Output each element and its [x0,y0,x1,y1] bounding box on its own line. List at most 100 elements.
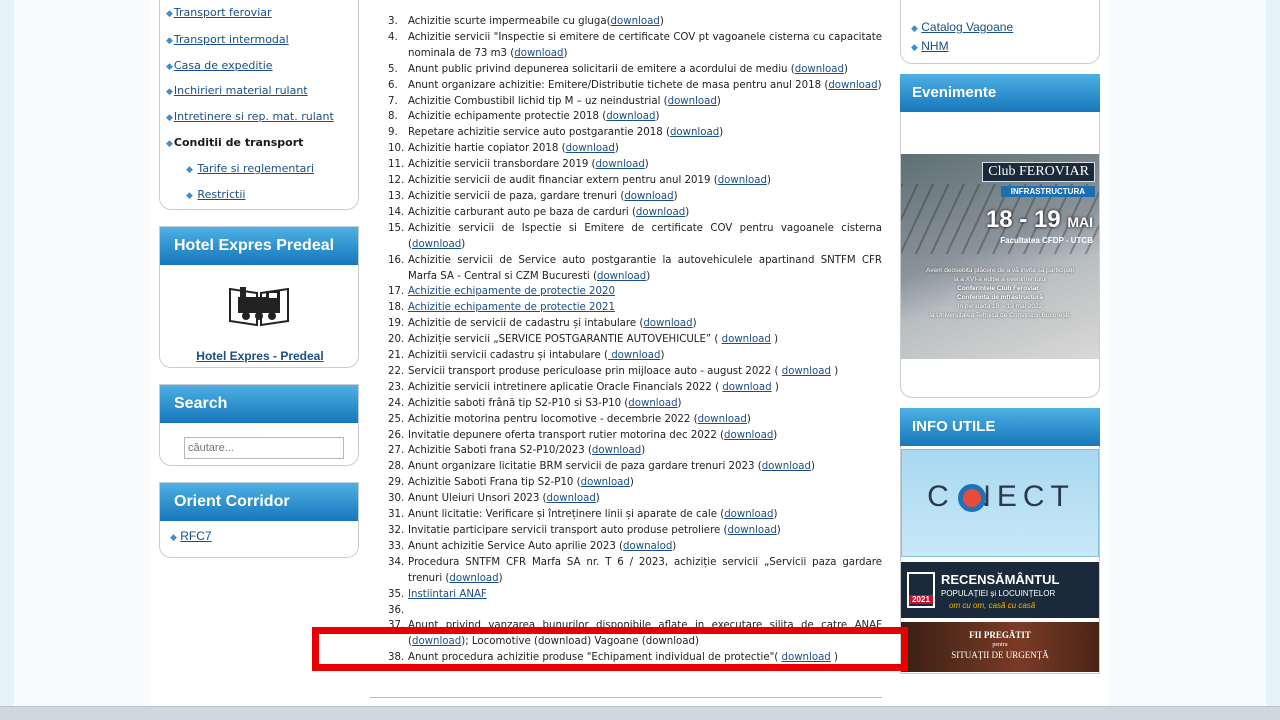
nav-subitem-restrictii[interactable]: ◆ Restrictii [186,188,245,201]
search-box: Search [159,384,359,466]
download-link[interactable]: download [722,382,771,393]
download-link[interactable]: download [581,477,630,488]
list-item-text: Achizitie servicii de paza, gardare tren… [408,189,882,205]
list-item-suffix: ) [660,350,665,362]
download-link[interactable]: download [782,366,831,377]
list-item-suffix: ) [595,493,600,505]
nav-item-intretinere[interactable]: ◆Intretinere si rep. mat. rulant [166,110,334,123]
list-item-prefix: Achizitie servicii de Ispectie si Emiter… [408,222,882,250]
catalog-vagoane-row[interactable]: ◆ Catalog Vagoane [911,20,1013,34]
download-link[interactable]: Achizitie echipamente de protectie 2020 [408,286,615,297]
download-link[interactable]: download [828,80,877,91]
download-link[interactable]: download [624,191,673,202]
download-link[interactable]: download [412,239,461,250]
list-item-text: Achizitie carburant auto pe baza de card… [408,205,882,221]
recensamant-banner[interactable]: 2021 RECENSĂMÂNTUL POPULAȚIEI și LOCUINȚ… [901,562,1099,618]
list-item-text: Anunt Uleiuri Unsori 2023 (download) [408,491,882,507]
list-item-number: 16. [388,254,405,266]
nav-subitem-tarife[interactable]: ◆ Tarife si reglementari [186,162,314,175]
nav-item-inchirieri[interactable]: ◆Inchirieri material rulant [166,84,308,97]
list-item-number: 4. [388,31,398,43]
list-item-text: Achizitie echipamente de protectie 2020 [408,284,882,300]
list-item: 24. Achizitie saboti frână tip S2-P10 si … [388,396,882,412]
nhm-row[interactable]: ◆ NHM [911,39,949,53]
download-link[interactable]: download [628,398,677,409]
list-item-suffix: ) [692,318,697,330]
download-link[interactable]: download [636,207,685,218]
nav-item-transport-intermodal[interactable]: ◆Transport intermodal [166,33,289,46]
download-link[interactable]: download [698,414,747,425]
rfc7-link[interactable]: RFC7 [180,529,211,543]
list-item-prefix: Achizitie servicii intretinere aplicatie… [408,381,723,393]
conect-logo-text: C NECT [927,480,1075,513]
download-link[interactable]: download [566,143,615,154]
list-item: 7. Achizitie Combustibil lichid tip M – u… [388,94,882,110]
catalog-vagoane-link[interactable]: Catalog Vagoane [921,20,1013,34]
list-item: 10. Achizitie hartie copiator 2018 (downl… [388,141,882,157]
download-link[interactable]: download [606,111,655,122]
situatii-urgenta-banner[interactable]: FII PREGĂTIT pentru SITUAȚII DE URGENȚĂ [901,622,1099,672]
nav-item-casa-de-expeditie[interactable]: ◆Casa de expeditie [166,59,273,72]
download-link[interactable]: download [718,175,767,186]
bullet-icon: ◆ [166,113,173,123]
download-link[interactable]: download [592,445,641,456]
list-item-suffix: ) [659,16,664,27]
search-input[interactable] [184,437,344,459]
list-item-text: Achizitie Combustibil lichid tip M – uz … [408,94,882,110]
list-item-text: Achizitie motorina pentru locomotive - d… [408,412,882,428]
list-item-number: 35. [388,588,405,600]
download-link[interactable]: download [608,350,660,361]
list-item-text: Achizitie echipamente de protectie 2021 [408,300,882,316]
download-link[interactable]: download [611,16,660,27]
download-link[interactable]: download [724,430,773,441]
rfc7-link-row[interactable]: ◆ RFC7 [170,529,212,543]
train-book-icon[interactable] [226,283,292,327]
bullet-icon: ◆ [166,62,173,72]
banner-date-days: 18 - 19 [985,206,1061,233]
download-link[interactable]: download [514,48,563,59]
download-link[interactable]: download [670,127,719,138]
nhm-link[interactable]: NHM [921,39,948,53]
banner-date-month: MAI [1067,214,1093,230]
download-link[interactable]: Achizitie echipamente de protectie 2021 [408,302,615,313]
banner-date: 18 - 19 MAI [986,206,1093,234]
bullet-icon: ◆ [170,532,177,542]
download-link[interactable]: download [762,461,811,472]
hotel-box: Hotel Expres Predeal Hotel Expres - Pred… [159,226,359,368]
list-item-number: 29. [388,477,405,489]
download-link[interactable]: download [724,509,773,520]
download-link[interactable]: download [547,493,596,504]
list-item-number: 19. [388,318,405,330]
list-item-text: Procedura SNTFM CFR Marfa SA nr. T 6 / 2… [408,555,882,587]
download-link[interactable]: download [728,525,777,536]
list-item-number: 27. [388,445,405,457]
list-item-number: 23. [388,381,405,393]
download-link[interactable]: download [643,318,692,329]
list-item: 6. Anunt organizare achizitie: Emitere/Di… [388,78,882,94]
list-item-text [408,603,882,619]
nav-item-transport-feroviar[interactable]: ◆Transport feroviar [166,6,272,19]
download-link[interactable]: download [449,573,498,584]
download-link[interactable]: download [668,96,717,107]
download-link[interactable]: download [596,159,645,170]
banner-text: Avem deosebita plăcere de a vă invita să… [901,266,1099,320]
list-item-number: 18. [388,302,405,314]
urgenta-line3: SITUAȚII DE URGENȚĂ [951,650,1049,660]
list-item-prefix: Achiziție servicii „SERVICE POSTGARANTIE… [408,334,722,346]
bottom-scrollbar[interactable] [0,706,1280,720]
club-feroviar-banner[interactable]: Club FEROVIAR INFRASTRUCTURA 18 - 19 MAI… [901,154,1099,359]
list-item-prefix: Achizitie carburant auto pe baza de card… [408,206,636,218]
download-link[interactable]: downalod [623,541,672,552]
download-link[interactable]: download [597,271,646,282]
list-item-number: 14. [388,206,405,218]
nav-item-conditii-de-transport[interactable]: ◆Conditii de transport [166,136,303,149]
download-link[interactable]: Instiintari ANAF [408,589,487,600]
urgenta-line1: FII PREGĂTIT [969,630,1031,640]
hotel-link[interactable]: Hotel Expres - Predeal [160,349,360,363]
list-item-number: 33. [388,540,405,552]
download-link[interactable]: download [795,64,844,75]
list-item: 5. Anunt public privind depunerea solicit… [388,62,882,78]
list-item-suffix: ) [877,79,882,91]
download-link[interactable]: download [722,334,771,345]
conect-banner[interactable]: C NECT [901,449,1099,557]
